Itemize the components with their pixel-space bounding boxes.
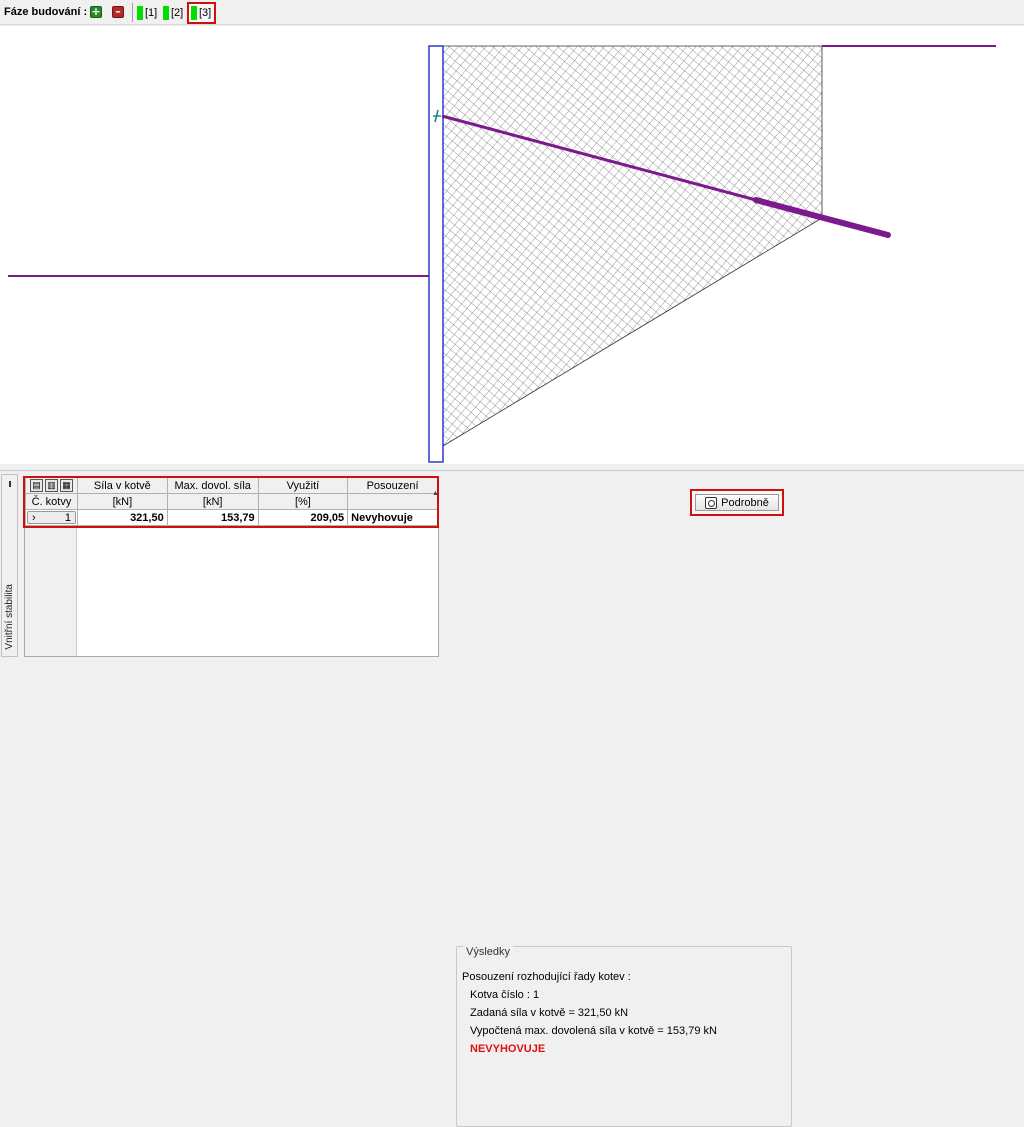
stage-tab-2[interactable]: [2] — [161, 4, 187, 22]
table-row[interactable]: › 1 321,50 153,79 209,05 Nevyhovuje — [25, 509, 438, 526]
stage-tab-1[interactable]: [1] — [135, 4, 161, 22]
col-header-verdict: Posouzení — [347, 477, 438, 494]
results-panel: Vnitřní stabilita ▤ ▥ ▦ Síla v kotvě Max… — [0, 470, 1024, 1127]
cell-max-force[interactable]: 153,79 — [166, 509, 259, 526]
copy-row-icon[interactable]: ▥ — [44, 479, 58, 492]
col-header-anchor-force: Síla v kotvě — [76, 477, 168, 494]
construction-stage-toolbar: Fáze budování : [1] [2] [3] — [0, 0, 1024, 25]
stage-tab-label: [3] — [199, 7, 212, 19]
header-tools-cell: ▤ ▥ ▦ — [25, 477, 78, 494]
delete-row-icon[interactable]: ▦ — [59, 479, 73, 492]
pin-icon[interactable] — [9, 481, 11, 487]
stage-tab-label: [1] — [145, 7, 158, 19]
retaining-wall — [428, 45, 444, 463]
unit-header-verdict — [347, 493, 438, 510]
construction-stage-label: Fáze budování : — [4, 6, 88, 18]
cell-anchor-force[interactable]: 321,50 — [76, 509, 168, 526]
stage-tab-3-active[interactable]: [3] — [187, 2, 216, 24]
detail-button-label: Podrobně — [721, 496, 769, 509]
stage-color-swatch — [137, 6, 143, 20]
unit-header-force: [kN] — [76, 493, 168, 510]
anchor-number: 1 — [64, 511, 71, 524]
given-force-text: Zadaná síla v kotvě = 321,50 kN — [470, 1007, 629, 1019]
computed-force-text: Vypočtená max. dovolená síla v kotvě = 1… — [470, 1025, 717, 1037]
stage-tab-label: [2] — [171, 7, 184, 19]
stage-color-swatch — [191, 6, 197, 20]
insert-row-icon[interactable]: ▤ — [29, 479, 43, 492]
col-header-anchor-no: Č. kotvy — [25, 493, 78, 510]
geometry-drawing — [8, 45, 996, 463]
anchor-number-text: Kotva číslo : 1 — [470, 989, 540, 1001]
results-table: ▤ ▥ ▦ Síla v kotvě Max. dovol. síla Využ… — [24, 476, 439, 657]
side-tab-label: Vnitřní stabilita — [4, 584, 15, 650]
table-scrollbar[interactable]: ▲ — [432, 476, 439, 652]
verdict-status: NEVYHOVUJE — [470, 1043, 546, 1055]
anchor-head — [433, 109, 441, 123]
internal-stability-side-tab[interactable]: Vnitřní stabilita — [1, 474, 18, 657]
col-header-max-force: Max. dovol. síla — [166, 477, 259, 494]
stage-color-swatch — [163, 6, 169, 20]
unit-header-usage: [%] — [257, 493, 349, 510]
results-groupbox: Výsledky Posouzení rozhodující řady kote… — [456, 946, 792, 1127]
results-legend: Výsledky — [463, 946, 514, 958]
detail-button-highlight: Podrobně — [690, 489, 784, 516]
soil-wedge-hatch — [442, 45, 823, 447]
cell-verdict[interactable]: Nevyhovuje — [347, 509, 438, 526]
magnifier-report-icon — [705, 496, 718, 509]
results-heading: Posouzení rozhodující řady kotev : — [462, 971, 631, 983]
toolbar-divider — [132, 3, 133, 22]
drawing-canvas[interactable] — [0, 26, 1024, 464]
detail-button[interactable]: Podrobně — [695, 494, 779, 511]
results-grid: ▤ ▥ ▦ Síla v kotvě Max. dovol. síla Využ… — [25, 477, 438, 526]
add-stage-plus-icon[interactable] — [90, 5, 102, 18]
scroll-up-icon[interactable]: ▲ — [432, 490, 439, 497]
col-header-usage: Využití — [257, 477, 349, 494]
row-pointer-icon: › — [32, 511, 36, 524]
remove-stage-minus-icon[interactable] — [112, 5, 124, 18]
cell-usage[interactable]: 209,05 — [257, 509, 349, 526]
row-selector-cell[interactable]: › 1 — [25, 509, 78, 526]
unit-header-max-force: [kN] — [166, 493, 259, 510]
